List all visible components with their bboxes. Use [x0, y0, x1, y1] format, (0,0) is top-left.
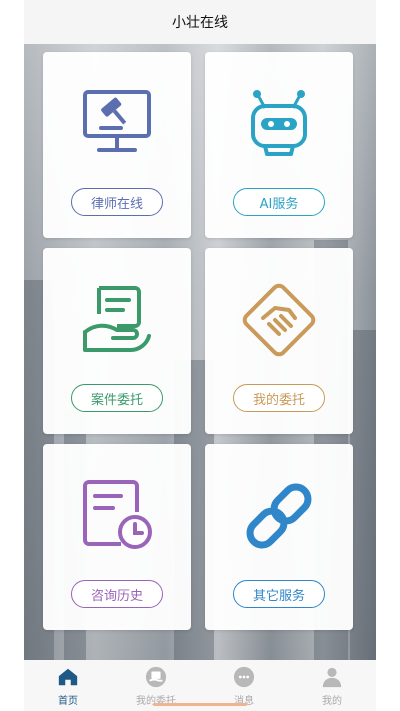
- my-commission-button[interactable]: 我的委托: [233, 384, 325, 412]
- user-icon: [322, 667, 342, 688]
- document-clock-icon: [83, 480, 152, 549]
- app-screen: 小壮在线 律师在线 AI服务 案件委托 我的委托 咨询历史 其它服务 首页 我的…: [24, 0, 376, 711]
- card-ai-service[interactable]: AI服务: [205, 52, 353, 238]
- ai-service-button[interactable]: AI服务: [233, 188, 325, 216]
- tab-label: 首页: [58, 696, 78, 707]
- card-lawyer-online[interactable]: 律师在线: [43, 52, 191, 238]
- case-commission-button[interactable]: 案件委托: [71, 384, 163, 412]
- tab-mine[interactable]: 我的: [288, 660, 376, 711]
- card-case-commission[interactable]: 案件委托: [43, 248, 191, 434]
- link-icon: [246, 483, 312, 549]
- consult-history-button[interactable]: 咨询历史: [71, 580, 163, 608]
- card-consult-history[interactable]: 咨询历史: [43, 444, 191, 630]
- gavel-monitor-icon: [83, 90, 151, 152]
- hand-document-icon: [83, 286, 151, 352]
- robot-icon: [251, 90, 307, 156]
- home-icon: [58, 668, 78, 686]
- tab-label: 我的: [322, 696, 342, 707]
- message-icon: [233, 666, 255, 688]
- handshake-icon: [242, 283, 316, 357]
- lawyer-online-button[interactable]: 律师在线: [71, 188, 163, 216]
- card-my-commission[interactable]: 我的委托: [205, 248, 353, 434]
- service-grid: 律师在线 AI服务 案件委托 我的委托 咨询历史 其它服务: [43, 52, 356, 630]
- page-title: 小壮在线: [172, 15, 228, 31]
- tab-home[interactable]: 首页: [24, 660, 112, 711]
- commission-icon: [145, 666, 167, 688]
- home-indicator: [153, 703, 247, 706]
- card-other-services[interactable]: 其它服务: [205, 444, 353, 630]
- other-services-button[interactable]: 其它服务: [233, 580, 325, 608]
- page-title-bar: 小壮在线: [24, 0, 376, 44]
